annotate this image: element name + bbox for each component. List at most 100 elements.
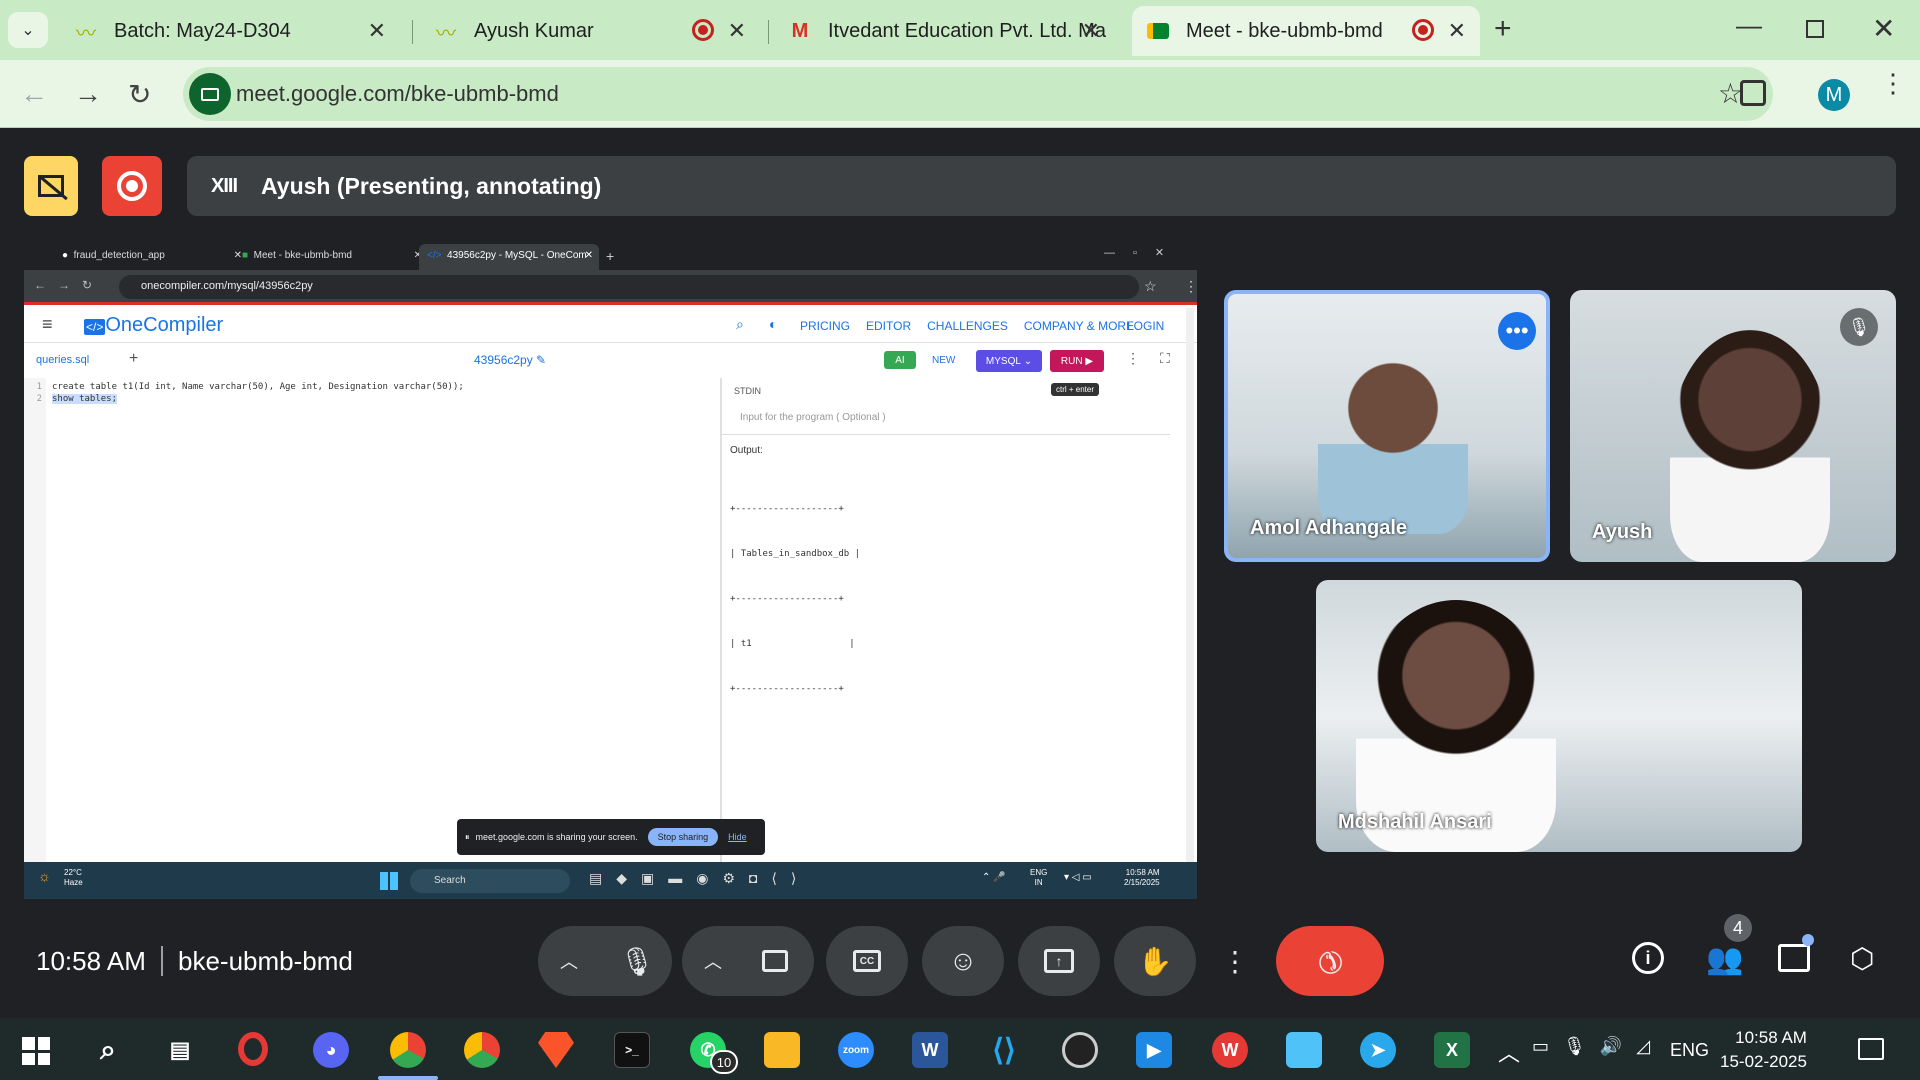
- opera-icon[interactable]: [238, 1032, 268, 1066]
- waveform-icon: 〰: [436, 22, 456, 45]
- zoom-icon[interactable]: zoom: [838, 1032, 874, 1068]
- microphone-icon: 🎙: [602, 926, 672, 996]
- tray-language[interactable]: ENG: [1670, 1040, 1709, 1061]
- tray-icons[interactable]: ▭🎙🔊◿: [1532, 1036, 1664, 1057]
- project-id: 43956c2py ✎: [474, 353, 547, 367]
- video-editor-icon[interactable]: ▶: [1136, 1032, 1172, 1068]
- chat-icon[interactable]: [1778, 944, 1810, 972]
- stdin-input: Input for the program ( Optional ): [740, 412, 886, 423]
- hide-link: Hide: [728, 832, 747, 842]
- new-tab-button[interactable]: +: [1494, 12, 1512, 46]
- omnibox[interactable]: meet.google.com/bke-ubmb-bmd ☆: [183, 67, 1773, 121]
- close-icon[interactable]: ✕: [728, 18, 746, 44]
- participants-icon[interactable]: 👥: [1706, 942, 1743, 977]
- run-button: RUN ▶: [1050, 350, 1104, 372]
- present-button[interactable]: ↑: [1018, 926, 1100, 996]
- site-nav: PRICING EDITOR CHALLENGES COMPANY & MORE: [800, 319, 1135, 333]
- whatsapp-badge: 10: [710, 1050, 738, 1074]
- meet-icon: [1146, 19, 1170, 43]
- browser-tab-strip: ⌄ 〰 Batch: May24-D304 ✕ 〰 Ayush Kumar ✕ …: [0, 0, 1920, 60]
- phone-hangup-icon: ✆: [1309, 940, 1351, 982]
- notification-icon[interactable]: [1858, 1038, 1884, 1060]
- output-box: +-------------------+ | Tables_in_sandbo…: [730, 504, 861, 694]
- extensions-icon[interactable]: [1740, 80, 1766, 106]
- chevron-up-icon: ︿: [704, 952, 722, 972]
- inner-taskbar: ☼ 22°C Haze Search ▤◆▣▬◉⚙◘⟨⟩ ⌃ 🎤 ENG IN ▾ …: [24, 862, 1197, 899]
- profile-avatar[interactable]: M: [1818, 79, 1850, 111]
- participant-tile[interactable]: 🎙 Ayush: [1570, 290, 1896, 562]
- inner-tab: ● fraud_detection_app ✕: [62, 250, 242, 261]
- search-icon[interactable]: ⌕: [90, 1032, 126, 1068]
- word-icon[interactable]: W: [912, 1032, 948, 1068]
- inner-url: onecompiler.com/mysql/43956c2py: [119, 275, 1139, 299]
- forward-button[interactable]: →: [74, 78, 102, 110]
- language-select: MYSQL ⌄: [976, 350, 1042, 372]
- more-options-icon[interactable]: •••: [1498, 312, 1536, 350]
- reactions-button[interactable]: ☺: [922, 926, 1004, 996]
- task-view-icon[interactable]: ▤: [162, 1032, 198, 1068]
- file-explorer-icon[interactable]: [764, 1032, 800, 1068]
- hamburger-icon: ≡: [42, 314, 53, 334]
- activities-icon[interactable]: ⬡: [1850, 942, 1874, 975]
- tab-search-button[interactable]: ⌄: [8, 12, 48, 48]
- mic-off-icon: 🎙: [1840, 308, 1878, 346]
- new-button: NEW: [932, 355, 956, 366]
- participant-tile[interactable]: Mdshahil Ansari: [1316, 580, 1802, 852]
- discord-icon[interactable]: ◕: [313, 1032, 349, 1068]
- meeting-time: 10:58 AM: [36, 946, 146, 976]
- recording-icon: [1412, 19, 1434, 41]
- video-settings-button[interactable]: ︿: [682, 926, 814, 996]
- onecompiler-logo: </> OneCompiler: [84, 314, 224, 336]
- camera-icon: [762, 950, 788, 972]
- excel-icon[interactable]: X: [1434, 1032, 1470, 1068]
- windows-start-icon[interactable]: [22, 1037, 50, 1065]
- obs-icon[interactable]: [1062, 1032, 1098, 1068]
- leave-call-button[interactable]: ✆: [1276, 926, 1384, 996]
- chrome-icon[interactable]: [464, 1032, 500, 1068]
- telegram-icon[interactable]: ➤: [1360, 1032, 1396, 1068]
- reload-button[interactable]: ↻: [128, 78, 151, 111]
- stop-presenting-button[interactable]: [24, 156, 78, 216]
- wps-icon[interactable]: W: [1212, 1032, 1248, 1068]
- minimize-button[interactable]: —: [1736, 10, 1762, 41]
- close-icon[interactable]: ✕: [1082, 18, 1100, 44]
- meet-icon: ■: [242, 250, 249, 261]
- chrome-profile-icon[interactable]: [390, 1032, 426, 1068]
- browser-tab[interactable]: 〰 Ayush Kumar ✕: [420, 6, 760, 56]
- recording-indicator[interactable]: [102, 156, 162, 216]
- waveform-icon: 〰: [76, 22, 96, 45]
- presenter-label: Ayush (Presenting, annotating): [261, 172, 602, 199]
- close-icon[interactable]: ✕: [1448, 18, 1466, 44]
- notes-app-icon[interactable]: [1286, 1032, 1322, 1068]
- browser-menu-icon[interactable]: ⋮: [1880, 69, 1906, 96]
- site-info-icon[interactable]: [189, 73, 231, 115]
- output-label: Output:: [730, 445, 763, 456]
- close-icon[interactable]: ✕: [368, 18, 386, 44]
- more-options-button[interactable]: ⋮: [1208, 926, 1262, 996]
- inner-tab: ■ Meet - bke-ubmb-bmd ✕: [242, 250, 422, 261]
- tray-chevron-icon[interactable]: ︿: [1498, 1036, 1520, 1068]
- code-line: 1 create table t1(Id int, Name varchar(50…: [36, 382, 464, 392]
- participant-video: [1670, 330, 1830, 562]
- url-text: meet.google.com/bke-ubmb-bmd: [236, 81, 559, 106]
- vscode-icon[interactable]: ⟨⟩: [986, 1032, 1022, 1068]
- participant-tile[interactable]: ••• Amol Adhangale: [1224, 290, 1550, 562]
- stop-sharing-button: Stop sharing: [647, 828, 719, 846]
- restore-button[interactable]: [1806, 20, 1824, 38]
- search-icon: ⌕: [736, 316, 744, 332]
- captions-icon: CC: [853, 950, 881, 972]
- code-line: 2 show tables;: [36, 394, 118, 404]
- close-window-button[interactable]: ✕: [1872, 12, 1895, 45]
- browser-tab[interactable]: M Itvedant Education Pvt. Ltd. Ma ✕: [774, 6, 1114, 56]
- captions-button[interactable]: CC: [826, 926, 908, 996]
- info-icon[interactable]: i: [1632, 942, 1664, 974]
- terminal-icon[interactable]: >_: [614, 1032, 650, 1068]
- tray-clock[interactable]: 10:58 AM 15-02-2025: [1720, 1026, 1807, 1074]
- audio-settings-button[interactable]: ︿ 🎙: [538, 926, 672, 996]
- raise-hand-button[interactable]: ✋: [1114, 926, 1196, 996]
- tab-title: Itvedant Education Pvt. Ltd. Ma: [828, 19, 1106, 42]
- browser-tab-active[interactable]: Meet - bke-ubmb-bmd ✕: [1132, 6, 1480, 56]
- back-button[interactable]: ←: [20, 78, 48, 110]
- browser-tab[interactable]: 〰 Batch: May24-D304 ✕: [60, 6, 400, 56]
- windows-logo-icon: [380, 872, 398, 890]
